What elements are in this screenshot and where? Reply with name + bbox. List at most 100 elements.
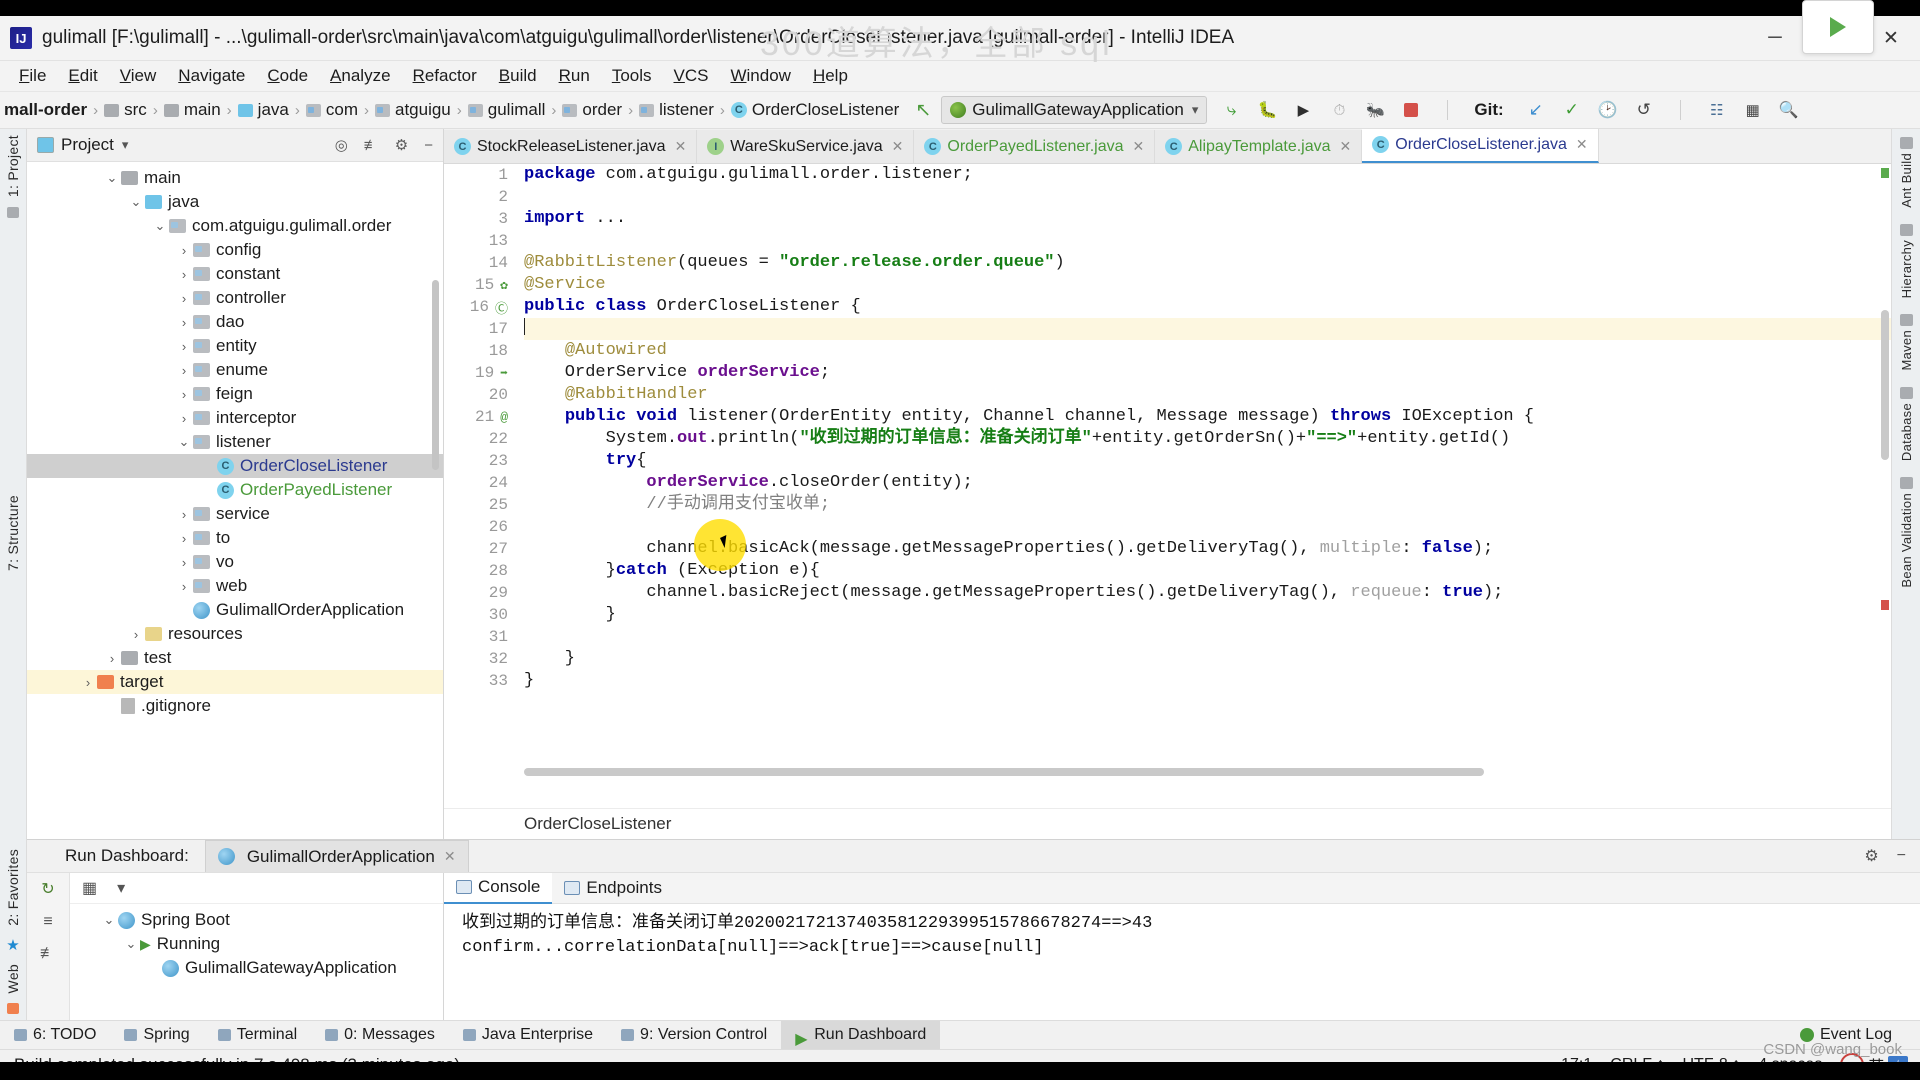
editor-tab-orderpayedlistener-java[interactable]: C OrderPayedListener.java ✕ <box>914 130 1156 163</box>
breadcrumb-main[interactable]: main <box>162 100 223 120</box>
breadcrumb-listener[interactable]: listener <box>637 100 716 120</box>
menu-refactor[interactable]: Refactor <box>402 63 488 89</box>
editor-breadcrumb-bottom[interactable]: OrderCloseListener <box>444 808 1891 839</box>
tool-strip-terminal[interactable]: Terminal <box>204 1021 311 1049</box>
menu-file[interactable]: File <box>8 63 57 89</box>
output-tab-console[interactable]: Console <box>444 872 553 904</box>
menu-code[interactable]: Code <box>256 63 319 89</box>
gutter-marker-icon[interactable]: ✿ <box>500 278 508 293</box>
settings-icon[interactable]: ⚙ <box>395 136 408 154</box>
code-line[interactable] <box>524 626 1891 648</box>
tree-node-gulimallorderapplication[interactable]: GulimallOrderApplication <box>27 598 443 622</box>
editor-tab-ordercloselistener-java[interactable]: C OrderCloseListener.java ✕ <box>1362 128 1599 163</box>
tool-strip-java-enterprise[interactable]: Java Enterprise <box>449 1021 607 1049</box>
code-line[interactable] <box>524 230 1891 252</box>
debug-icon[interactable]: 🐛 <box>1257 100 1277 120</box>
right-rail-ant-build[interactable]: Ant Build <box>1899 137 1914 208</box>
run-icon[interactable]: ⤷ <box>1221 100 1241 120</box>
chevron-down-icon[interactable]: ⌄ <box>175 434 193 450</box>
menu-analyze[interactable]: Analyze <box>319 63 401 89</box>
menu-help[interactable]: Help <box>802 63 859 89</box>
tree-node-config[interactable]: › config <box>27 238 443 262</box>
code-line[interactable]: } <box>524 670 1891 692</box>
menu-view[interactable]: View <box>109 63 168 89</box>
editor-tab-stockreleaselistener-java[interactable]: C StockReleaseListener.java ✕ <box>444 130 698 163</box>
code-line[interactable]: import ... <box>524 208 1891 230</box>
code-line[interactable] <box>524 186 1891 208</box>
console-output[interactable]: 收到过期的订单信息：准备关闭订单202002172137403581229399… <box>444 904 1920 1020</box>
tree-node-test[interactable]: › test <box>27 646 443 670</box>
chevron-right-icon[interactable]: › <box>175 339 193 354</box>
run-configuration-selector[interactable]: GulimallGatewayApplication ▾ <box>941 96 1208 124</box>
git-history-icon[interactable]: 🕑 <box>1598 100 1618 120</box>
code-line[interactable]: orderService.closeOrder(entity); <box>524 472 1891 494</box>
group-icon[interactable]: ▦ <box>82 878 97 898</box>
run-with-coverage-icon[interactable]: ▶ <box>1293 100 1313 120</box>
hide-icon[interactable]: − <box>1897 847 1906 865</box>
right-rail-bean-validation[interactable]: Bean Validation <box>1899 476 1914 587</box>
chevron-right-icon[interactable]: › <box>175 315 193 330</box>
tool-strip-0-messages[interactable]: 0: Messages <box>311 1021 449 1049</box>
chevron-right-icon[interactable]: › <box>175 555 193 570</box>
menu-window[interactable]: Window <box>719 63 801 89</box>
settings-icon[interactable]: ⚙ <box>1864 846 1878 866</box>
close-icon[interactable]: ✕ <box>1576 136 1588 153</box>
project-tree-scrollbar[interactable] <box>432 280 439 470</box>
tool-button-favorites[interactable]: 2: Favorites <box>5 849 21 926</box>
right-rail-database[interactable]: Database <box>1899 386 1914 461</box>
code-line[interactable]: public void listener(OrderEntity entity,… <box>524 406 1891 428</box>
rerun-icon[interactable]: ↻ <box>41 879 54 899</box>
gutter-marker-icon[interactable]: Ⓒ <box>495 298 508 317</box>
hide-icon[interactable]: − <box>424 137 433 154</box>
floating-run-button[interactable] <box>1802 0 1874 54</box>
profile-icon[interactable]: ⏱ <box>1329 100 1349 120</box>
tree-node-controller[interactable]: › controller <box>27 286 443 310</box>
breadcrumb-com[interactable]: com <box>304 100 360 120</box>
tree-node-resources[interactable]: › resources <box>27 622 443 646</box>
run-dashboard-tab[interactable]: GulimallOrderApplication ✕ <box>204 840 469 872</box>
chevron-right-icon[interactable]: › <box>103 651 121 666</box>
tree-node-com-atguigu-gulimall-order[interactable]: ⌄ com.atguigu.gulimall.order <box>27 214 443 238</box>
tool-button-structure[interactable]: 7: Structure <box>5 495 21 571</box>
code-line[interactable]: @RabbitListener(queues = "order.release.… <box>524 252 1891 274</box>
code-line[interactable]: } <box>524 648 1891 670</box>
breadcrumb-atguigu[interactable]: atguigu <box>373 100 453 120</box>
code-line[interactable]: } <box>524 604 1891 626</box>
layout-icon[interactable]: ▦ <box>1743 100 1763 120</box>
tree-node-to[interactable]: › to <box>27 526 443 550</box>
gutter-marker-icon[interactable]: @ <box>500 410 508 425</box>
tree-node-listener[interactable]: ⌄ listener <box>27 430 443 454</box>
chevron-right-icon[interactable]: › <box>175 531 193 546</box>
editor-tab-wareskuservice-java[interactable]: I WareSkuService.java ✕ <box>697 130 915 163</box>
editor-gutter[interactable]: 1 2 3 13 14 15 ✿ 16 Ⓒ 17 18 19 ➡ 20 21 @22 23 24 25 26 27 28 2… <box>444 164 514 808</box>
editor-horizontal-scrollbar[interactable] <box>524 768 1484 776</box>
tree-node-main[interactable]: ⌄ main <box>27 166 443 190</box>
chevron-right-icon[interactable]: › <box>175 267 193 282</box>
tree-node-constant[interactable]: › constant <box>27 262 443 286</box>
code-line[interactable]: try{ <box>524 450 1891 472</box>
menu-vcs[interactable]: VCS <box>663 63 720 89</box>
minimize-button[interactable]: ─ <box>1746 16 1804 60</box>
chevron-right-icon[interactable]: › <box>127 627 145 642</box>
tree-node-interceptor[interactable]: › interceptor <box>27 406 443 430</box>
breadcrumb-ordercloselistener[interactable]: C OrderCloseListener <box>729 100 901 120</box>
filter-icon[interactable]: ▾ <box>117 878 125 898</box>
attach-debugger-icon[interactable]: 🐜 <box>1365 100 1385 120</box>
close-icon[interactable]: ✕ <box>444 848 456 865</box>
chevron-right-icon[interactable]: › <box>175 411 193 426</box>
code-line[interactable]: @RabbitHandler <box>524 384 1891 406</box>
chevron-right-icon[interactable]: › <box>175 363 193 378</box>
locate-icon[interactable]: ◎ <box>335 136 348 154</box>
run-tree-node-gulimallgatewayapplication[interactable]: GulimallGatewayApplication <box>70 956 443 980</box>
code-line[interactable]: channel.basicReject(message.getMessagePr… <box>524 582 1891 604</box>
code-line[interactable]: System.out.println("收到过期的订单信息：准备关闭订单"+en… <box>524 428 1891 450</box>
menu-edit[interactable]: Edit <box>57 63 108 89</box>
stop-icon[interactable] <box>1401 100 1421 120</box>
tree-node-target[interactable]: › target <box>27 670 443 694</box>
tree-node-web[interactable]: › web <box>27 574 443 598</box>
chevron-right-icon[interactable]: › <box>175 507 193 522</box>
git-rollback-icon[interactable]: ↺ <box>1634 100 1654 120</box>
breadcrumb-src[interactable]: src <box>102 100 149 120</box>
tool-strip-6-todo[interactable]: 6: TODO <box>0 1021 110 1049</box>
editor-vertical-scrollbar[interactable] <box>1881 310 1889 460</box>
